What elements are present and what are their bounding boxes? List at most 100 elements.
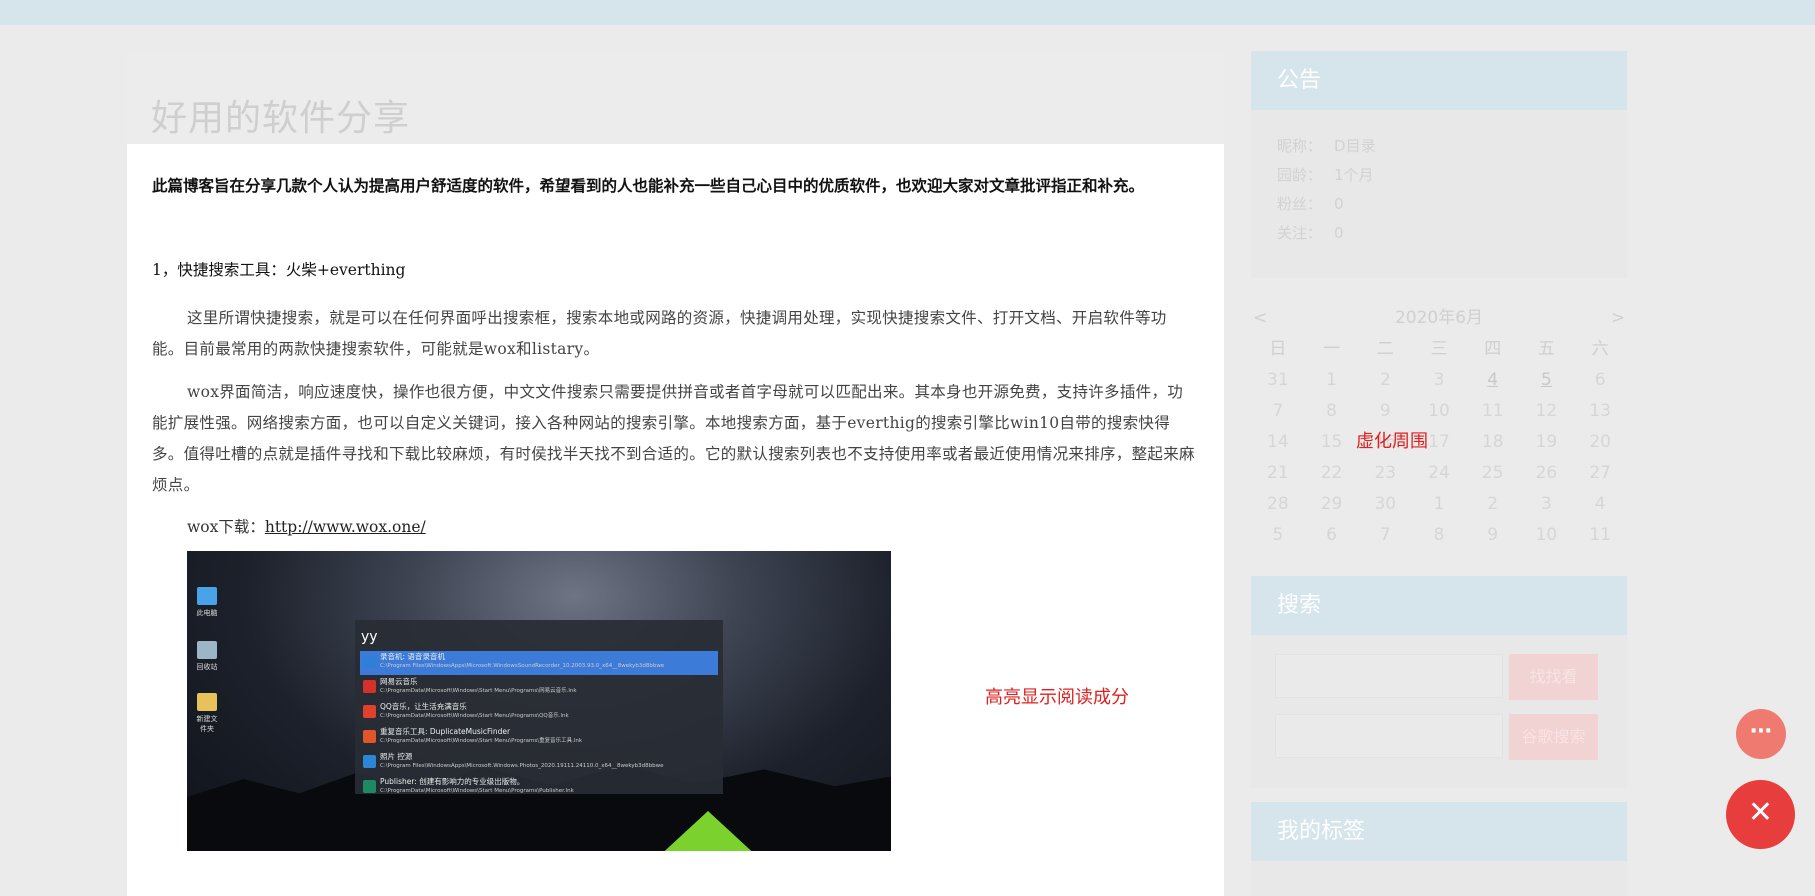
calendar: < 2020年6月 > 日一二三四五六 31 1 2 3 4 5 6 7 8 9 10 11 12 13 14… xyxy=(1251,302,1627,552)
calendar-day: 30 xyxy=(1374,494,1397,514)
calendar-weekday: 一 xyxy=(1323,339,1341,359)
close-reading-mode-button[interactable]: ✕ xyxy=(1726,780,1795,849)
download-link[interactable]: http://www.wox.one/ xyxy=(265,518,426,536)
wox-result-title: 网易云音乐 xyxy=(380,677,418,686)
tags-panel-header: 我的标签 xyxy=(1251,802,1627,861)
calendar-day: 15 xyxy=(1320,432,1343,452)
computer-icon xyxy=(197,587,217,605)
wox-result-list: 录音机: 语音录音机 C:\Program Files\WindowsApps\M… xyxy=(360,651,718,800)
calendar-day: 11 xyxy=(1589,525,1611,545)
calendar-day: 9 xyxy=(1487,525,1499,545)
calendar-weekday: 日 xyxy=(1269,339,1287,359)
calendar-weekday: 三 xyxy=(1430,339,1448,359)
notice-panel-header: 公告 xyxy=(1251,51,1627,110)
wox-result-item[interactable]: 网易云音乐 C:\ProgramData\Microsoft\Windows\St… xyxy=(360,676,718,700)
wox-result-item[interactable]: 照片 控源 C:\Program Files\WindowsApps\Micros… xyxy=(360,751,718,775)
info-label: 粉丝： xyxy=(1277,195,1323,213)
calendar-day: 20 xyxy=(1589,432,1611,452)
calendar-day: 26 xyxy=(1535,463,1558,483)
virtualize-annotation: 虚化周围 xyxy=(1356,431,1428,452)
calendar-day: 7 xyxy=(1379,525,1391,545)
calendar-day: 25 xyxy=(1481,463,1504,483)
wox-result-title: Publisher: 创建有影响力的专业级出版物。 xyxy=(380,777,525,786)
more-icon: ⋯ xyxy=(1750,719,1772,744)
paragraph-1: 这里所谓快捷搜索，就是可以在任何界面呼出搜索框，搜索本地或网路的资源，快捷调用处… xyxy=(152,309,1167,358)
calendar-header: < 2020年6月 > xyxy=(1251,302,1627,334)
calendar-weekday: 五 xyxy=(1537,339,1555,359)
find-button[interactable]: 找找看 xyxy=(1509,654,1598,700)
download-label: wox下载： xyxy=(187,518,265,536)
calendar-day: 1 xyxy=(1433,494,1445,514)
wox-result-item[interactable]: 重复音乐工具: DuplicateMusicFinder C:\ProgramDa… xyxy=(360,726,718,750)
info-row-fans: 粉丝： 0 xyxy=(1277,190,1601,219)
calendar-weekday: 六 xyxy=(1591,339,1609,359)
wox-launcher-window: yy 录音机: 语音录音机 C:\Program Files\WindowsApp… xyxy=(355,620,723,794)
article-header: 好用的软件分享 xyxy=(127,52,1224,144)
wox-query-text: yy xyxy=(361,629,378,645)
tags-panel-body xyxy=(1251,861,1627,896)
calendar-day: 24 xyxy=(1428,463,1450,483)
calendar-day: 12 xyxy=(1535,401,1558,421)
calendar-day: 19 xyxy=(1535,432,1558,452)
calendar-day: 28 xyxy=(1267,494,1289,514)
info-label: 昵称： xyxy=(1277,137,1323,155)
article-title[interactable]: 好用的软件分享 xyxy=(151,89,1200,141)
search-panel-header: 搜索 xyxy=(1251,576,1627,635)
calendar-day: 10 xyxy=(1535,525,1558,545)
download-line: wox下载：http://www.wox.one/ xyxy=(152,515,1198,539)
info-value[interactable]: 0 xyxy=(1334,224,1344,242)
info-value[interactable]: 1个月 xyxy=(1334,166,1374,184)
wox-result-item[interactable]: Publisher: 创建有影响力的专业级出版物。 C:\ProgramData\… xyxy=(360,776,718,800)
calendar-day: 2 xyxy=(1379,370,1391,390)
info-value[interactable]: D目录 xyxy=(1334,137,1376,155)
app-icon xyxy=(363,655,376,668)
google-search-input[interactable] xyxy=(1275,714,1503,758)
calendar-day: 4 xyxy=(1594,494,1606,514)
search-input[interactable] xyxy=(1275,654,1503,698)
highlight-annotation: 高亮显示阅读成分 xyxy=(985,687,1129,708)
calendar-day-link[interactable]: 5 xyxy=(1520,365,1574,396)
calendar-day: 10 xyxy=(1428,401,1450,421)
calendar-day: 1 xyxy=(1326,370,1337,390)
close-icon: ✕ xyxy=(1747,795,1774,830)
info-row-nickname: 昵称： D目录 xyxy=(1277,132,1601,161)
article-intro: 此篇博客旨在分享几款个人认为提高用户舒适度的软件，希望看到的人也能补充一些自己心… xyxy=(152,176,1145,195)
desktop-icon-new-folder: 新建文件夹 xyxy=(194,693,220,734)
wox-result-path: C:\Program Files\WindowsApps\Microsoft.W… xyxy=(380,663,665,669)
calendar-prev-button[interactable]: < xyxy=(1253,302,1267,334)
info-label: 关注： xyxy=(1277,224,1323,242)
calendar-day: 21 xyxy=(1267,463,1289,483)
info-row-following: 关注： 0 xyxy=(1277,219,1601,248)
app-icon xyxy=(363,780,376,793)
top-nav-bar xyxy=(0,0,1815,25)
wox-screenshot-image: 此电脑 回收站 新建文件夹 yy 录音机: 语音录音机 C:\Program Fi… xyxy=(187,551,891,851)
wox-result-item[interactable]: 录音机: 语音录音机 C:\Program Files\WindowsApps\M… xyxy=(360,651,718,675)
calendar-day: 6 xyxy=(1594,370,1606,390)
wox-result-path: C:\ProgramData\Microsoft\Windows\Start M… xyxy=(380,788,574,794)
desktop-icon-label: 新建文件夹 xyxy=(196,715,218,733)
paragraph-2: wox界面简洁，响应速度快，操作也很方便，中文文件搜索只需要提供拼音或者首字母就… xyxy=(152,383,1195,494)
article-card: 好用的软件分享 此篇博客旨在分享几款个人认为提高用户舒适度的软件，希望看到的人也… xyxy=(127,52,1224,896)
desktop-icon-label: 回收站 xyxy=(196,663,218,671)
calendar-day: 9 xyxy=(1379,401,1391,421)
calendar-grid: 日一二三四五六 31 1 2 3 4 5 6 7 8 9 10 11 12 13 14 15 16 17 18 19 20… xyxy=(1251,334,1627,551)
calendar-weekday: 四 xyxy=(1484,339,1502,359)
section-heading: 1，快捷搜索工具：火柴+everthing xyxy=(152,261,406,279)
notice-panel-body: 昵称： D目录 园龄： 1个月 粉丝： 0 关注： 0 xyxy=(1251,110,1627,278)
wox-result-path: C:\ProgramData\Microsoft\Windows\Start M… xyxy=(380,688,577,694)
calendar-day: 5 xyxy=(1272,525,1284,545)
calendar-next-button[interactable]: > xyxy=(1611,302,1625,334)
more-options-button[interactable]: ⋯ xyxy=(1736,709,1786,759)
wox-result-item[interactable]: QQ音乐，让生活充满音乐 C:\ProgramData\Microsoft\Win… xyxy=(360,701,718,725)
recycle-bin-icon xyxy=(197,641,217,659)
calendar-day: 13 xyxy=(1589,401,1611,421)
google-search-button[interactable]: 谷歌搜索 xyxy=(1509,714,1598,760)
calendar-day: 29 xyxy=(1320,494,1343,514)
article-body: 此篇博客旨在分享几款个人认为提高用户舒适度的软件，希望看到的人也能补充一些自己心… xyxy=(127,144,1224,851)
app-icon xyxy=(363,705,376,718)
info-value[interactable]: 0 xyxy=(1334,195,1344,213)
calendar-day-link[interactable]: 4 xyxy=(1466,365,1520,396)
folder-icon xyxy=(197,693,217,711)
calendar-day: 23 xyxy=(1374,463,1397,483)
calendar-day: 27 xyxy=(1589,463,1611,483)
